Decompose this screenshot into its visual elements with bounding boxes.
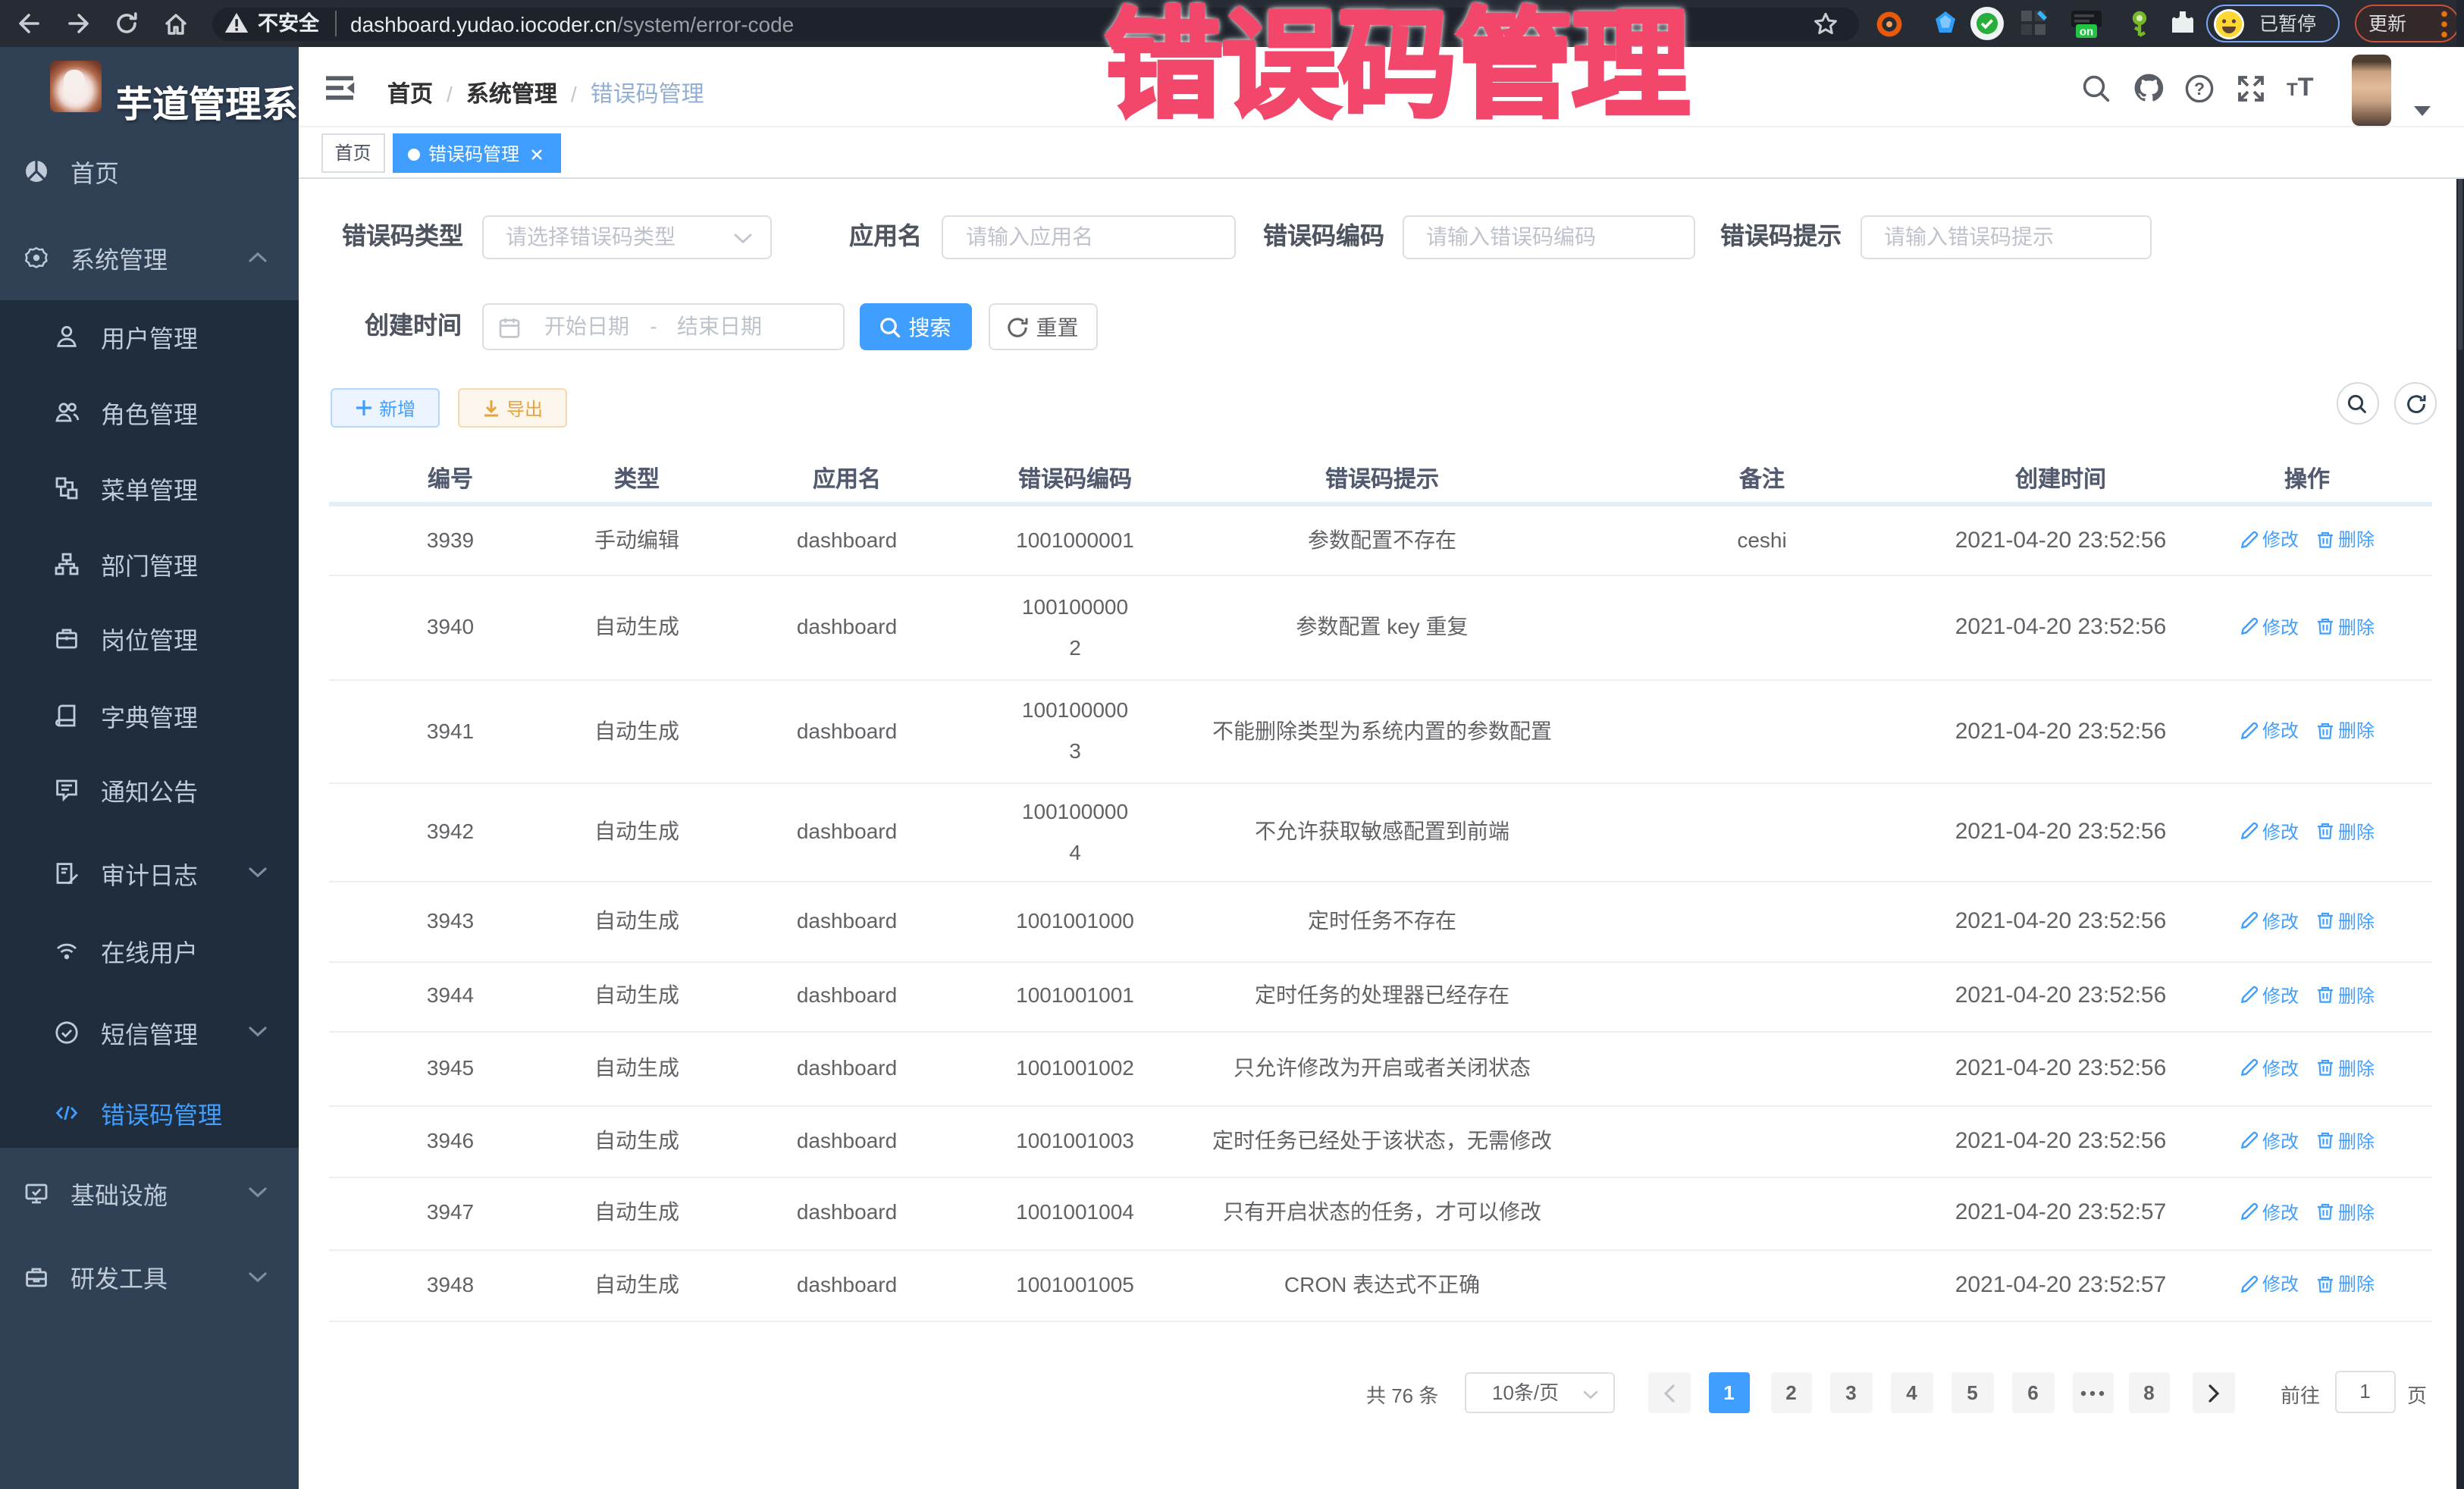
svg-text:on: on <box>2080 24 2093 37</box>
svg-text:?: ? <box>2194 78 2205 98</box>
